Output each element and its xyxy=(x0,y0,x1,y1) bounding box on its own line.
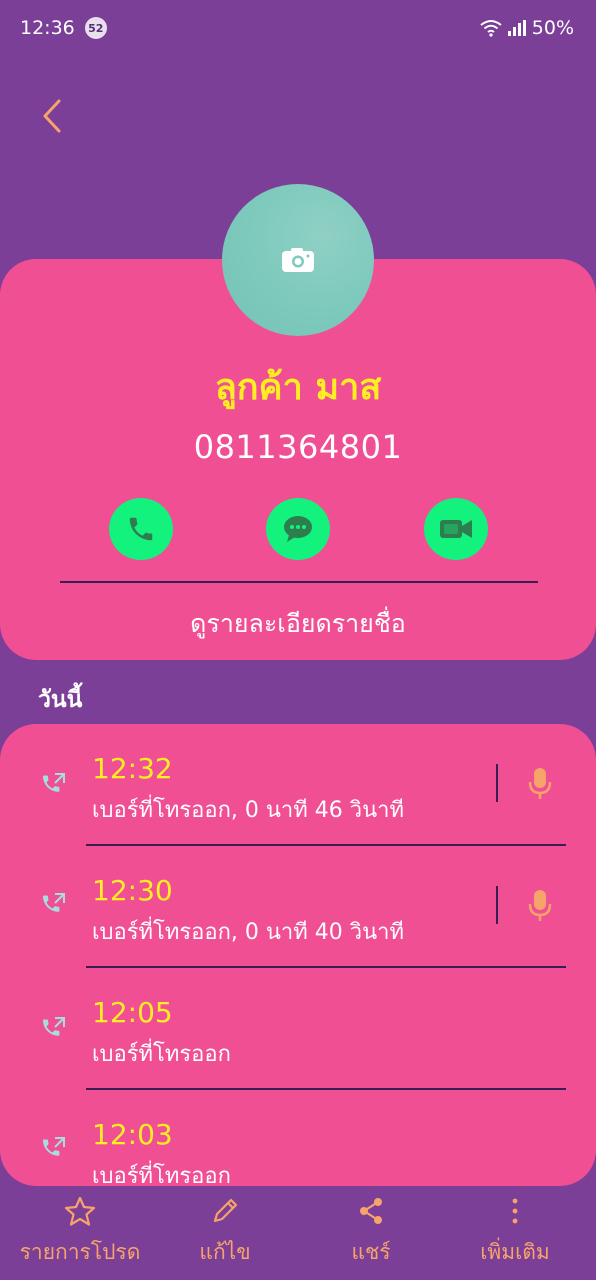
outgoing-call-icon xyxy=(43,773,65,792)
call-log-row[interactable]: 12:05 เบอร์ที่โทรออก xyxy=(0,968,596,1090)
share-button[interactable]: แชร์ xyxy=(331,1196,411,1269)
camera-icon xyxy=(282,248,314,272)
star-icon xyxy=(64,1196,96,1226)
favorites-button[interactable]: รายการโปรด xyxy=(20,1196,140,1269)
edit-button[interactable]: แก้ไข xyxy=(185,1196,265,1269)
back-button[interactable] xyxy=(30,92,74,140)
status-time: 12:36 xyxy=(20,17,75,39)
back-chevron-icon xyxy=(43,99,61,133)
contact-avatar[interactable] xyxy=(222,184,374,336)
card-divider xyxy=(60,581,538,583)
call-time: 12:03 xyxy=(92,1118,173,1151)
bottom-navigation: รายการโปรด แก้ไข แชร์ เพิ่มเติม xyxy=(0,1196,596,1280)
view-contact-details-link[interactable]: ดูรายละเอียดรายชื่อ xyxy=(0,604,596,644)
status-bar: 12:36 52 50% xyxy=(0,0,596,56)
phone-number: 0811364801 xyxy=(193,428,403,466)
pencil-icon xyxy=(213,1198,238,1223)
edit-label: แก้ไข xyxy=(199,1240,251,1264)
call-log-list: 12:32 เบอร์ที่โทรออก, 0 นาที 46 วินาที 1… xyxy=(0,724,596,1186)
row-vertical-divider xyxy=(496,886,498,924)
section-title-today: วันนี้ xyxy=(38,687,83,713)
call-description: เบอร์ที่โทรออก xyxy=(92,1042,231,1067)
share-label: แชร์ xyxy=(351,1240,391,1264)
message-icon xyxy=(284,516,312,542)
favorites-label: รายการโปรด xyxy=(19,1240,141,1264)
contact-name: ลูกค้า มาส xyxy=(214,367,382,408)
call-description: เบอร์ที่โทรออก, 0 นาที 40 วินาที xyxy=(92,920,404,945)
row-vertical-divider xyxy=(496,764,498,802)
call-description: เบอร์ที่โทรออก xyxy=(92,1164,231,1186)
message-button[interactable] xyxy=(266,498,330,560)
microphone-icon xyxy=(528,890,552,921)
outgoing-call-icon xyxy=(43,1017,65,1036)
phone-icon xyxy=(129,517,153,541)
more-button[interactable]: เพิ่มเติม xyxy=(470,1196,560,1269)
call-time: 12:32 xyxy=(92,752,173,785)
call-log-row[interactable]: 12:32 เบอร์ที่โทรออก, 0 นาที 46 วินาที xyxy=(0,724,596,846)
call-button[interactable] xyxy=(109,498,173,560)
video-call-button[interactable] xyxy=(424,498,488,560)
call-recording-button[interactable] xyxy=(520,886,560,926)
call-time: 12:30 xyxy=(92,874,173,907)
battery-level: 50% xyxy=(531,17,574,39)
wifi-icon xyxy=(480,20,502,37)
microphone-icon xyxy=(528,768,552,799)
call-time: 12:05 xyxy=(92,996,173,1029)
call-recording-button[interactable] xyxy=(520,764,560,804)
call-description: เบอร์ที่โทรออก, 0 นาที 46 วินาที xyxy=(92,798,404,823)
outgoing-call-icon xyxy=(43,893,65,912)
call-log-row[interactable]: 12:30 เบอร์ที่โทรออก, 0 นาที 40 วินาที xyxy=(0,846,596,968)
notification-count-badge: 52 xyxy=(84,17,107,39)
outgoing-call-icon xyxy=(43,1137,65,1156)
signal-icon xyxy=(507,20,526,36)
more-vertical-icon xyxy=(512,1198,518,1224)
share-icon xyxy=(360,1198,382,1224)
more-label: เพิ่มเติม xyxy=(480,1240,550,1264)
video-call-icon xyxy=(440,520,472,538)
call-log-row[interactable]: 12:03 เบอร์ที่โทรออก xyxy=(0,1090,596,1186)
